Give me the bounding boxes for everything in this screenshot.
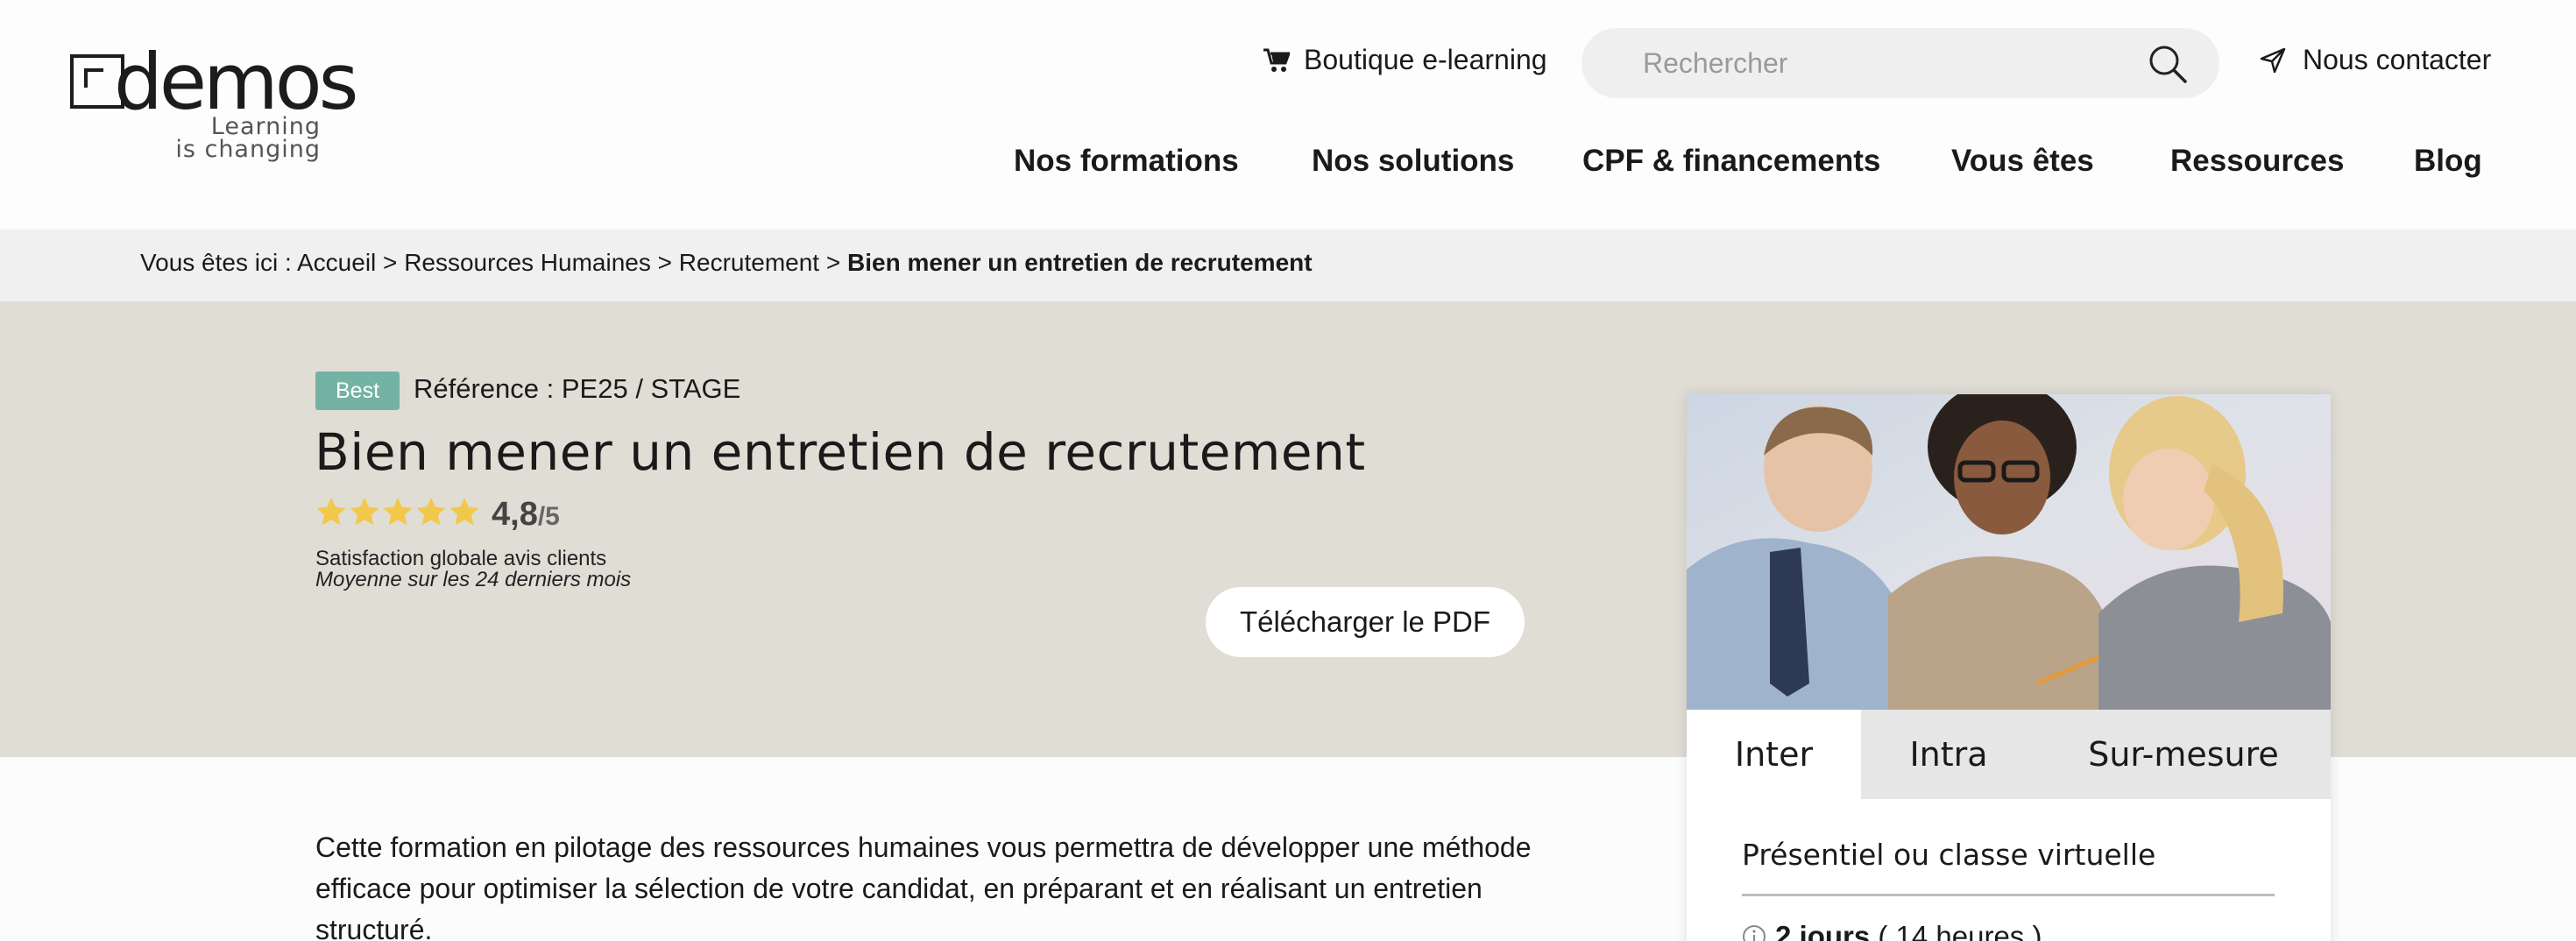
breadcrumb-prefix: Vous êtes ici :	[140, 249, 297, 276]
rating-value: 4,8/5	[492, 496, 560, 534]
course-description: Cette formation en pilotage des ressourc…	[315, 831, 1532, 941]
demos-logo[interactable]: demos Learning is changing	[68, 37, 358, 163]
star-icon	[449, 498, 479, 526]
rating-stars	[315, 496, 480, 527]
rating-score: 4,8	[492, 496, 538, 533]
contact-link-label: Nous contacter	[2303, 44, 2492, 75]
page-title: Bien mener un entretien de recrutement	[315, 422, 1366, 482]
breadcrumb-separator: >	[819, 249, 847, 276]
nav-cpf-financements[interactable]: CPF & financements	[1582, 144, 1880, 179]
send-icon	[2260, 47, 2286, 73]
breadcrumb: Vous êtes ici : Accueil > Ressources Hum…	[0, 230, 2576, 301]
breadcrumb-item-ressources-humaines[interactable]: Ressources Humaines	[404, 249, 651, 276]
course-reference: Référence : PE25 / STAGE	[414, 373, 741, 404]
session-type-tabs: Inter Intra Sur-mesure	[1687, 710, 2331, 799]
nav-vous-etes[interactable]: Vous êtes	[1951, 144, 2094, 179]
card-divider	[1742, 894, 2275, 896]
star-icon	[383, 498, 413, 526]
search-input[interactable]	[1643, 44, 2098, 82]
breadcrumb-item-accueil[interactable]: Accueil	[297, 249, 376, 276]
nav-nos-formations[interactable]: Nos formations	[1014, 144, 1239, 179]
session-format-label: Présentiel ou classe virtuelle	[1742, 838, 2156, 872]
breadcrumb-separator: >	[650, 249, 679, 276]
shop-link-label: Boutique e-learning	[1304, 44, 1547, 75]
tab-inter[interactable]: Inter	[1687, 710, 1861, 799]
logo-tagline: Learning is changing	[175, 115, 321, 163]
breadcrumb-trail: Vous êtes ici : Accueil > Ressources Hum…	[140, 249, 1313, 277]
breadcrumb-current: Bien mener un entretien de recrutement	[847, 249, 1313, 276]
course-duration: 2 jours ( 14 heures )	[1742, 920, 2042, 941]
nav-ressources[interactable]: Ressources	[2170, 144, 2344, 179]
star-icon	[350, 498, 379, 526]
duration-hours: ( 14 heures )	[1870, 920, 2042, 941]
duration-days: 2 jours	[1775, 920, 1871, 941]
tab-intra[interactable]: Intra	[1861, 710, 2036, 799]
course-photo	[1687, 394, 2331, 710]
rating-scale: /5	[537, 502, 560, 531]
nav-nos-solutions[interactable]: Nos solutions	[1312, 144, 1514, 179]
star-icon	[416, 498, 446, 526]
best-badge: Best	[315, 371, 400, 410]
satisfaction-period: Moyenne sur les 24 derniers mois	[315, 568, 632, 591]
cart-icon	[1263, 48, 1290, 72]
download-pdf-button[interactable]: Télécharger le PDF	[1206, 587, 1525, 657]
logo-tagline-line-2: is changing	[175, 136, 321, 163]
breadcrumb-item-recrutement[interactable]: Recrutement	[679, 249, 819, 276]
info-icon	[1743, 925, 1766, 941]
nav-blog[interactable]: Blog	[2414, 144, 2482, 179]
star-icon	[316, 498, 346, 526]
breadcrumb-separator: >	[376, 249, 405, 276]
tab-sur-mesure[interactable]: Sur-mesure	[2036, 710, 2331, 799]
contact-link[interactable]: Nous contacter	[2259, 44, 2491, 76]
shop-elearning-link[interactable]: Boutique e-learning	[1263, 44, 1547, 76]
search-bar	[1582, 28, 2219, 98]
site-header: demos Learning is changing Boutique e-le…	[0, 0, 2576, 230]
search-icon[interactable]	[2148, 44, 2188, 84]
